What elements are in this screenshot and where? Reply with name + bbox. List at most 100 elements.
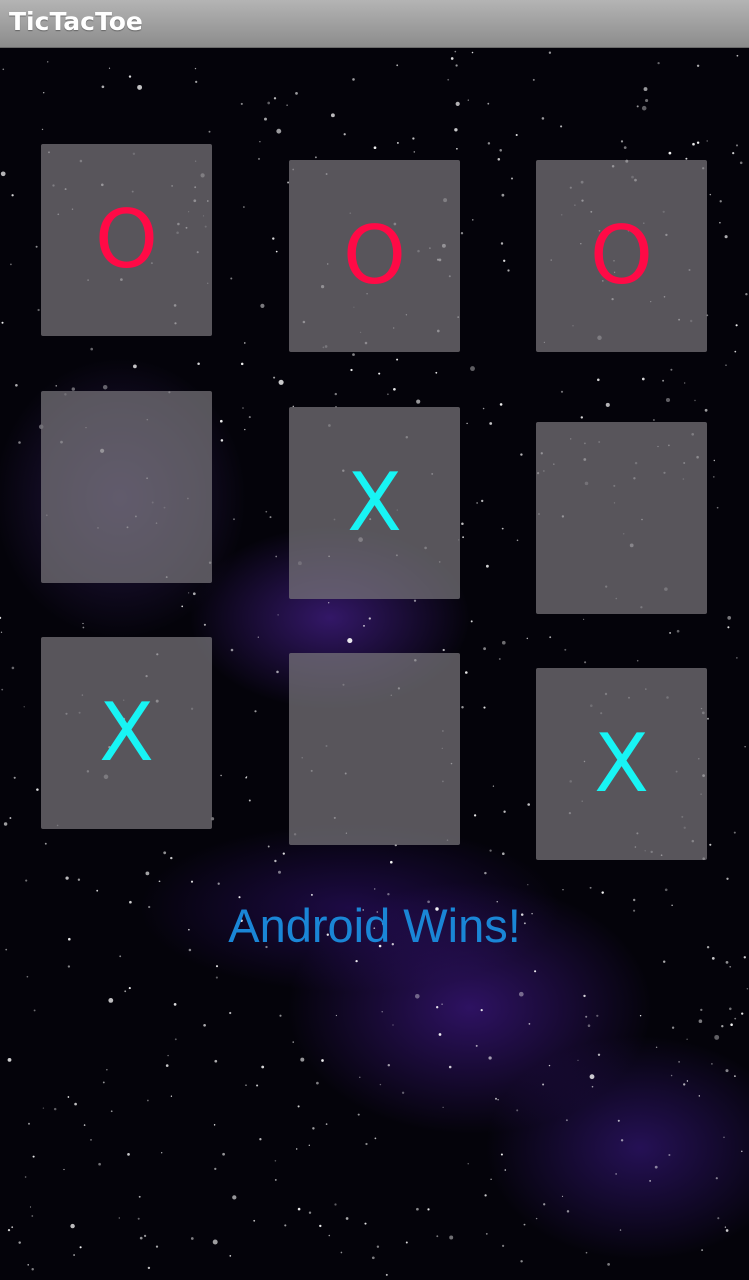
star [492, 785, 495, 787]
board-cell-r3c3[interactable]: X [536, 668, 707, 860]
star [245, 776, 247, 779]
star [274, 859, 277, 863]
star [636, 659, 639, 662]
star [359, 1076, 361, 1078]
star [73, 1254, 76, 1256]
board-cell-r1c3[interactable]: O [536, 160, 707, 352]
star [297, 1207, 301, 1211]
star [203, 1023, 206, 1027]
star [138, 1195, 141, 1198]
star [733, 831, 736, 834]
star [405, 1241, 408, 1244]
star [415, 994, 420, 999]
star [734, 1075, 736, 1077]
star [248, 799, 251, 802]
star [736, 657, 738, 659]
star [11, 1226, 14, 1229]
cell-mark: X [594, 717, 649, 810]
star [128, 987, 131, 990]
star [487, 102, 490, 105]
board-cell-r2c3[interactable] [536, 422, 707, 614]
star [232, 1195, 237, 1200]
star [727, 626, 730, 629]
star [499, 403, 503, 406]
star [413, 599, 417, 602]
star [77, 878, 81, 881]
star [101, 85, 105, 89]
star [321, 1059, 324, 1062]
star [665, 397, 671, 403]
star [24, 1176, 27, 1178]
star [527, 803, 531, 806]
star [396, 141, 399, 144]
star [597, 1053, 601, 1056]
star [42, 1107, 45, 1109]
star [585, 1015, 588, 1018]
star [278, 379, 284, 385]
star [244, 342, 246, 344]
star [143, 1234, 147, 1238]
star [292, 1041, 294, 1043]
star [165, 1064, 169, 1067]
star [584, 661, 587, 664]
star [187, 592, 190, 594]
star [730, 1023, 733, 1026]
star [566, 1210, 570, 1213]
star [678, 1061, 680, 1063]
star [15, 383, 18, 387]
star [2, 68, 5, 71]
star [170, 1095, 173, 1097]
star [1, 688, 4, 691]
board-cell-r2c2[interactable]: X [289, 407, 460, 599]
star [376, 1245, 380, 1248]
board-cell-r3c1[interactable]: X [41, 637, 212, 829]
star [541, 117, 545, 120]
star [520, 453, 523, 456]
cell-mark: X [99, 686, 154, 779]
star [698, 1019, 703, 1023]
star [476, 502, 478, 504]
star [124, 990, 127, 993]
star [137, 1217, 140, 1220]
star [560, 125, 563, 128]
board-cell-r1c1[interactable]: O [41, 144, 212, 336]
star [589, 1074, 595, 1080]
star [41, 128, 44, 131]
star [139, 1236, 143, 1240]
star [652, 418, 655, 422]
star [507, 269, 510, 272]
board-cell-r1c2[interactable]: O [289, 160, 460, 352]
star [230, 648, 234, 652]
star [729, 965, 732, 968]
star [723, 1136, 725, 1139]
star [725, 1229, 729, 1232]
app-screen: TicTacToe O O O X X X Android Wins! [0, 0, 749, 1280]
star [501, 527, 504, 530]
star [259, 1138, 262, 1141]
star [282, 852, 285, 855]
star [11, 666, 15, 670]
star [343, 133, 346, 136]
board-cell-r3c2[interactable] [289, 653, 460, 845]
star [240, 362, 244, 366]
star [515, 133, 518, 137]
board-cell-r2c1[interactable] [41, 391, 212, 583]
star [42, 91, 45, 94]
star [31, 1268, 34, 1271]
star [220, 439, 224, 442]
star [74, 1102, 77, 1106]
star [607, 1263, 610, 1266]
star [379, 1083, 382, 1086]
star [102, 1081, 105, 1084]
star [686, 1038, 688, 1040]
star [245, 1084, 247, 1086]
star [542, 1083, 545, 1086]
star [706, 140, 708, 142]
star [328, 1234, 331, 1237]
star [195, 80, 198, 84]
star [676, 629, 680, 633]
star [495, 1097, 497, 1100]
star [596, 1014, 599, 1017]
star [741, 1150, 743, 1153]
star [615, 1173, 617, 1175]
